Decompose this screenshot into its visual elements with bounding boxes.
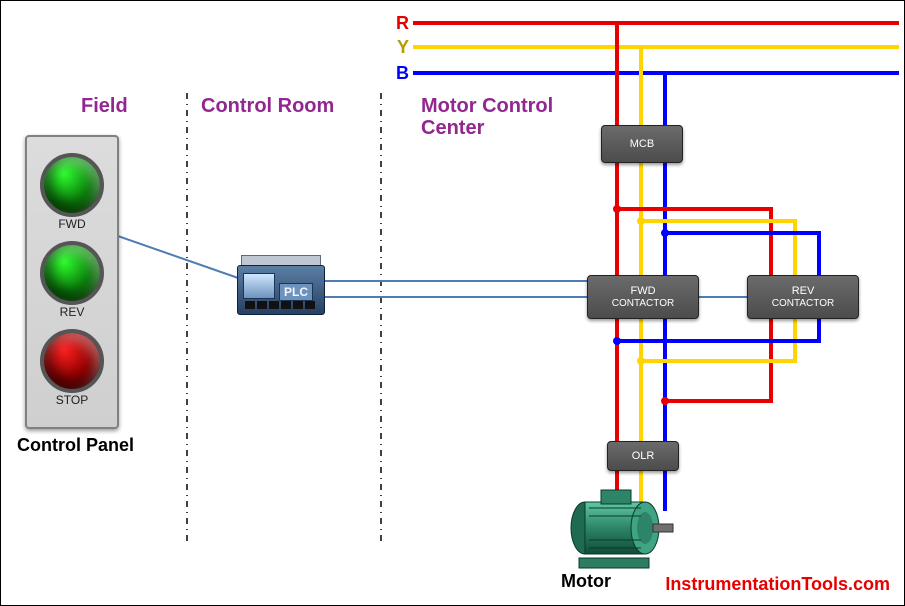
mcb-label: MCB [630,138,654,150]
control-panel: FWD REV STOP [25,135,119,429]
plc: PLC [237,255,323,313]
stop-button-label: STOP [27,393,117,407]
fwd-button-label: FWD [27,217,117,231]
motor-caption: Motor [561,571,611,592]
diagram-stage: Field Control Room Motor Control Center … [0,0,905,606]
rev-contactor-block: REV CONTACTOR [747,275,859,319]
olr-block: OLR [607,441,679,471]
rev-contactor-l2: CONTACTOR [772,298,834,309]
fwd-contactor-l1: FWD [630,285,655,297]
rev-button[interactable] [40,241,104,305]
olr-label: OLR [632,450,655,462]
motor-icon [549,486,679,571]
fwd-button[interactable] [40,153,104,217]
fwd-contactor-block: FWD CONTACTOR [587,275,699,319]
rev-contactor-l1: REV [792,285,815,297]
control-panel-caption: Control Panel [17,435,134,456]
branding-text: InstrumentationTools.com [665,574,890,595]
fwd-contactor-l2: CONTACTOR [612,298,674,309]
rev-button-label: REV [27,305,117,319]
plc-label: PLC [279,283,313,301]
mcb-block: MCB [601,125,683,163]
stop-button[interactable] [40,329,104,393]
